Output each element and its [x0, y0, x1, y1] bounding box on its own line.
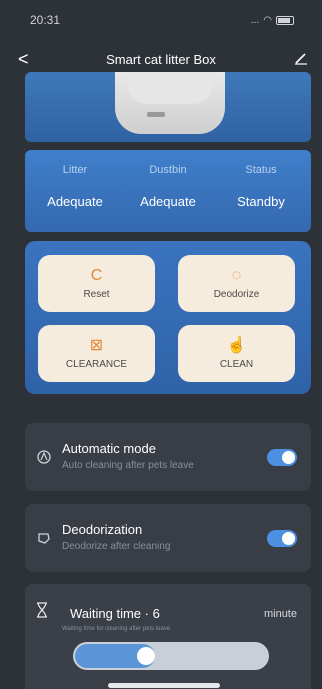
waiting-time-slider[interactable]	[73, 642, 269, 670]
waiting-time-title: Waiting time · 6	[70, 606, 160, 621]
waiting-time-subtitle: Waiting time for cleaning after pets lea…	[62, 626, 171, 632]
info-label: Litter	[62, 164, 88, 176]
reset-icon: C	[90, 267, 103, 284]
automatic-mode-toggle[interactable]	[267, 449, 297, 466]
clearance-button[interactable]: ⊠ CLEARANCE	[38, 325, 155, 382]
slider-knob[interactable]	[137, 647, 156, 665]
automatic-mode-title: Automatic mode	[62, 441, 156, 456]
home-indicator	[108, 683, 220, 688]
automatic-mode-card: Automatic mode Auto cleaning after pets …	[25, 423, 311, 491]
info-label: Status	[245, 164, 277, 176]
info-value: Adequate	[140, 194, 196, 209]
waiting-time-card: Waiting time · 6 minute Waiting time for…	[25, 584, 311, 689]
info-litter: Litter Adequate	[30, 164, 120, 209]
toggle-knob	[282, 451, 295, 464]
info-value: Standby	[237, 194, 285, 209]
auto-mode-icon	[37, 450, 51, 464]
deodorize-button[interactable]: ◌ Deodorize	[178, 255, 295, 312]
status-info-card: Litter Adequate Dustbin Adequate Status …	[25, 150, 311, 232]
automatic-mode-subtitle: Auto cleaning after pets leave	[62, 460, 194, 471]
info-status: Status Standby	[216, 164, 306, 209]
status-bar: 20:31 ... ◠	[0, 0, 322, 40]
wifi-icon: ◠	[263, 14, 272, 26]
nav-bar: < Smart cat litter Box	[0, 46, 322, 72]
info-label: Dustbin	[149, 164, 187, 176]
clean-label: CLEAN	[219, 359, 254, 370]
device-image-panel	[25, 72, 311, 142]
deodorization-subtitle: Deodorize after cleaning	[62, 541, 171, 552]
back-button[interactable]: <	[18, 46, 29, 72]
toggle-knob	[282, 532, 295, 545]
status-icons: ... ◠	[251, 15, 294, 26]
deodorization-title: Deodorization	[62, 522, 143, 537]
deodorization-toggle[interactable]	[267, 530, 297, 547]
reset-label: Reset	[83, 289, 110, 300]
page-title: Smart cat litter Box	[106, 51, 216, 67]
clean-button[interactable]: ☝ CLEAN	[178, 325, 295, 382]
reset-button[interactable]: C Reset	[38, 255, 155, 312]
litter-box-image	[115, 72, 225, 134]
status-time: 20:31	[30, 13, 61, 27]
deodorization-card: Deodorization Deodorize after cleaning	[25, 504, 311, 572]
signal-icon: ...	[250, 14, 260, 26]
deodorization-icon	[38, 533, 50, 544]
deodorize-icon: ◌	[231, 267, 242, 284]
clean-icon: ☝	[226, 337, 247, 354]
deodorize-label: Deodorize	[213, 289, 260, 300]
litter-box-body	[127, 72, 213, 104]
actions-panel: C Reset ◌ Deodorize ⊠ CLEARANCE ☝ CLEAN	[25, 241, 311, 394]
info-dustbin: Dustbin Adequate	[123, 164, 213, 209]
clearance-label: CLEARANCE	[65, 359, 128, 370]
litter-box-slot	[147, 112, 165, 117]
hourglass-icon	[37, 602, 47, 618]
edit-icon[interactable]	[294, 51, 308, 65]
waiting-time-unit: minute	[263, 608, 297, 620]
clearance-icon: ⊠	[89, 337, 104, 354]
info-value: Adequate	[47, 194, 103, 209]
battery-icon	[276, 15, 294, 25]
